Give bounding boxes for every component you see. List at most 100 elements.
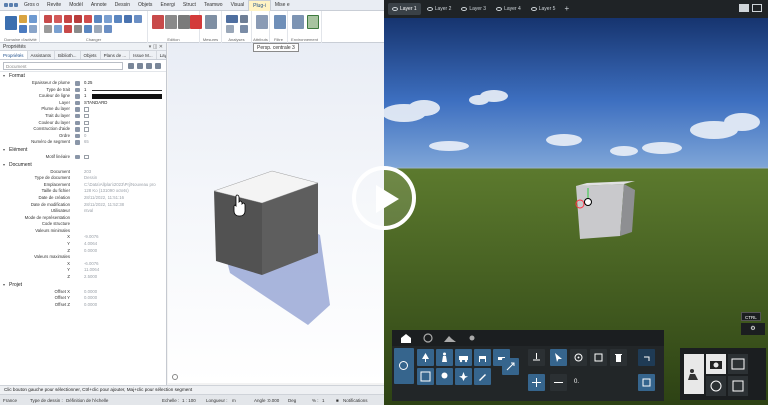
property-value[interactable]: 28/11/2022, 11:51:16: [84, 195, 124, 202]
property-row[interactable]: Z 2.5000: [0, 274, 166, 281]
frame-button[interactable]: [638, 374, 655, 391]
ribbon-tab[interactable]: Objets: [134, 0, 156, 11]
sun-icon[interactable]: [464, 332, 480, 344]
pen-icon[interactable]: [44, 15, 52, 23]
layer-icon[interactable]: [19, 15, 27, 23]
dimension-icon[interactable]: [226, 25, 234, 33]
tool-button[interactable]: [474, 368, 491, 385]
mirror-icon[interactable]: [114, 15, 122, 23]
property-value[interactable]: 0.25: [84, 80, 92, 87]
property-row[interactable]: Construction d'aide: [0, 126, 166, 133]
play-icon[interactable]: [352, 166, 416, 230]
offset-icon[interactable]: [74, 25, 82, 33]
place-button[interactable]: [528, 349, 545, 366]
property-row[interactable]: Mode de représentation: [0, 215, 166, 222]
property-row[interactable]: Type de trait 1: [0, 87, 166, 94]
horizontal-move-button[interactable]: [550, 374, 567, 391]
eye-icon[interactable]: [496, 7, 503, 11]
light-button[interactable]: [436, 368, 453, 385]
perspective-icon[interactable]: [292, 15, 304, 29]
layer-tab[interactable]: Layer 1: [388, 3, 421, 15]
ribbon-tab[interactable]: Struct: [179, 0, 200, 11]
palette-tab[interactable]: Assistants: [28, 51, 56, 59]
property-value[interactable]: 0: [84, 133, 86, 140]
property-row[interactable]: Date de création 28/11/2022, 11:51:16: [0, 195, 166, 202]
save-icon[interactable]: [728, 376, 748, 396]
filter-icon[interactable]: [137, 63, 143, 69]
property-value[interactable]: 0.0000: [84, 289, 97, 296]
status-percent-value[interactable]: 1: [322, 395, 325, 405]
property-value[interactable]: 1: [84, 93, 86, 100]
notifications-icon[interactable]: ■: [336, 395, 339, 405]
color-icon[interactable]: [64, 15, 72, 23]
property-row[interactable]: Y 4.0064: [0, 241, 166, 248]
palette-tab[interactable]: Issue M...: [130, 51, 157, 59]
palette-tab[interactable]: Plans de ...: [101, 51, 131, 59]
scale-tool-button[interactable]: [502, 358, 519, 375]
property-row[interactable]: Epaisseur de plume 0.25: [0, 80, 166, 87]
camera-icon[interactable]: [706, 354, 726, 374]
model-icon[interactable]: [19, 25, 27, 33]
property-checkbox[interactable]: [84, 154, 89, 160]
property-row[interactable]: Utilisateur ntval: [0, 208, 166, 215]
cut-icon[interactable]: [152, 15, 164, 29]
snap-button[interactable]: [570, 349, 587, 366]
trash-icon[interactable]: [610, 349, 627, 366]
select-arrow-button[interactable]: [550, 349, 567, 366]
terrain-icon[interactable]: [442, 332, 458, 344]
property-row[interactable]: Couleur de ligne 1: [0, 93, 166, 100]
cad-3d-viewport[interactable]: [168, 43, 384, 383]
ribbon-tab[interactable]: Visual: [227, 0, 249, 11]
property-value[interactable]: 65: [84, 139, 89, 146]
property-value[interactable]: STANDARD: [84, 100, 107, 107]
layer-tab[interactable]: Layer 3: [457, 3, 490, 15]
measure-icon[interactable]: [205, 15, 217, 29]
property-value[interactable]: 28/11/2022, 11:52:38: [84, 202, 124, 209]
add-layer-button[interactable]: +: [564, 3, 569, 15]
section-header[interactable]: ▾ Elément: [0, 146, 166, 154]
property-checkbox[interactable]: [84, 127, 89, 132]
ribbon-tab[interactable]: Plug-i: [248, 0, 271, 11]
property-row[interactable]: Valeurs minimales: [0, 228, 166, 235]
home-icon[interactable]: [398, 332, 414, 344]
info-icon[interactable]: [240, 25, 248, 33]
property-row[interactable]: Date de modification 28/11/2022, 11:52:38: [0, 202, 166, 209]
property-value[interactable]: 203: [84, 169, 91, 176]
status-drawing-type-value[interactable]: Définition de l'échelle: [66, 395, 108, 405]
property-value[interactable]: Dessin: [84, 175, 97, 182]
layout-split-icon[interactable]: [752, 4, 762, 12]
tutorial-figure-icon[interactable]: [684, 354, 704, 394]
text-abc-icon[interactable]: [226, 15, 238, 23]
settings-gear-icon[interactable]: ⚙: [741, 323, 765, 335]
section-header[interactable]: ▾ Format: [0, 72, 166, 80]
document-filter-field[interactable]: Document: [3, 62, 123, 70]
property-checkbox[interactable]: [84, 120, 89, 126]
property-row[interactable]: Motif linéaire: [0, 154, 166, 161]
status-length-value[interactable]: m: [232, 395, 236, 405]
more-options-icon[interactable]: [751, 354, 763, 394]
property-checkbox[interactable]: [84, 113, 89, 119]
status-angle-value[interactable]: 0.000: [268, 395, 279, 405]
palette-tab[interactable]: Layer: [157, 51, 166, 59]
property-row[interactable]: Offset Y 0.0000: [0, 295, 166, 302]
line-icon[interactable]: [54, 15, 62, 23]
property-value[interactable]: -6.0076: [84, 261, 99, 268]
image-button[interactable]: [417, 368, 434, 385]
effect-button[interactable]: [455, 368, 472, 385]
panorama-icon[interactable]: [706, 376, 726, 396]
filter-icon[interactable]: [29, 25, 37, 33]
section-header[interactable]: ▾ Document: [0, 161, 166, 169]
property-row[interactable]: Type de document Dessin: [0, 175, 166, 182]
layer-tab[interactable]: Layer 2: [423, 3, 456, 15]
property-row[interactable]: Taille du fichier 128 Ko (131090 octets): [0, 188, 166, 195]
property-row[interactable]: Trait du layer: [0, 113, 166, 120]
undo-button[interactable]: [638, 349, 655, 366]
palette-tab[interactable]: Biblioth...: [55, 51, 81, 59]
property-value[interactable]: 0.0000: [84, 295, 97, 302]
copy-icon[interactable]: [104, 15, 112, 23]
ribbon-tab[interactable]: Teamwo: [200, 0, 227, 11]
property-value[interactable]: 2.5000: [84, 274, 97, 281]
property-row[interactable]: Offset Z 0.0000: [0, 302, 166, 309]
trim-icon[interactable]: [54, 25, 62, 33]
tree-button[interactable]: [417, 349, 434, 366]
